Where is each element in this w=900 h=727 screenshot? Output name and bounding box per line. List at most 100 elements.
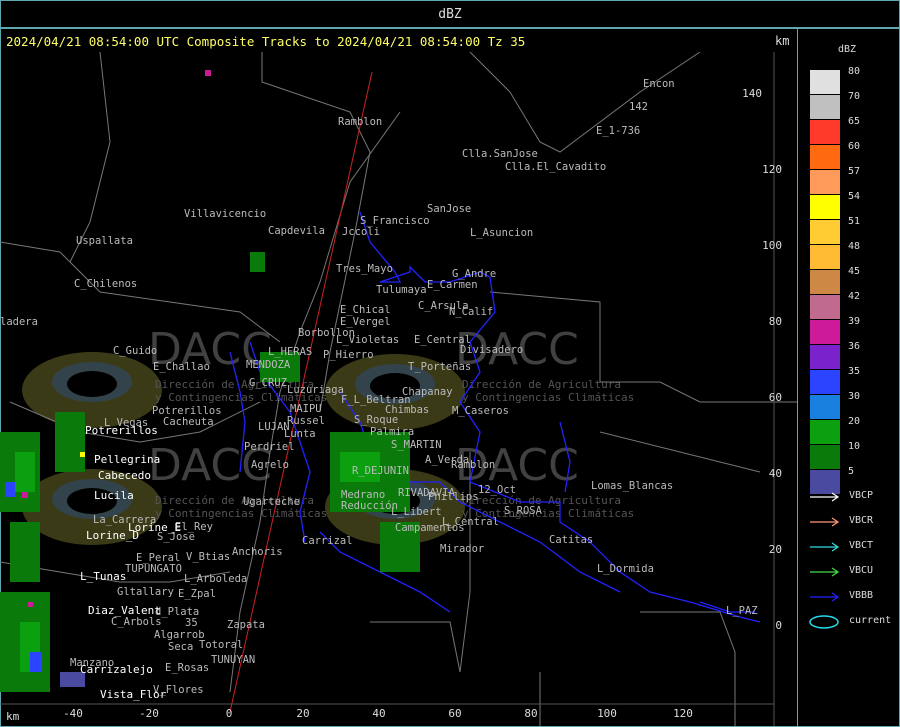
- window-title: dBZ: [438, 7, 462, 22]
- legend-swatch: [810, 145, 840, 169]
- place-label: TUNUYAN: [211, 654, 255, 666]
- legend-swatch: [810, 395, 840, 419]
- legend-swatch: [810, 420, 840, 444]
- place-label: L_Dormida: [597, 563, 654, 575]
- place-label: E_1-736: [596, 125, 640, 137]
- legend-track-label: VBCP: [849, 490, 874, 501]
- place-label: Luzuriaga: [287, 384, 344, 396]
- place-label: Villavicencio: [184, 208, 266, 220]
- legend-title: dBZ: [838, 44, 857, 55]
- place-label: Totoral: [199, 639, 243, 651]
- place-label: Gltallary: [117, 586, 174, 598]
- y-tick-label: 80: [769, 315, 782, 328]
- legend-level-label: 20: [848, 416, 861, 427]
- x-axis: km -40 -20 0 20 40 60 80 100 120: [0, 703, 774, 723]
- y-tick-label: 0: [775, 619, 782, 632]
- place-label: Mirador: [440, 543, 484, 555]
- legend-swatch: [810, 245, 840, 269]
- place-label: Reducción: [341, 500, 398, 512]
- place-label: Campamentos: [395, 522, 465, 534]
- legend-swatch: [810, 120, 840, 144]
- place-label: L_Violetas: [336, 334, 399, 346]
- track-arrow-icon: [810, 542, 840, 552]
- legend-level-label: 65: [848, 116, 861, 127]
- place-label: N_Calif: [449, 306, 493, 318]
- track-arrow-icon: [810, 492, 840, 502]
- place-label: L_PAZ: [726, 605, 758, 617]
- place-label: MAIPU: [290, 403, 322, 415]
- place-label: Russel: [287, 415, 325, 427]
- legend-level-label: 57: [848, 166, 861, 177]
- legend-swatch: [810, 445, 840, 469]
- radar-map[interactable]: DACC DACC DACC DACC Dirección de Agricul…: [0, 52, 797, 726]
- x-tick-label: 40: [372, 707, 385, 720]
- legend-level-label: 48: [848, 241, 861, 252]
- y-axis-unit: km: [775, 34, 790, 48]
- place-label: 12_Oct: [478, 484, 516, 496]
- station-label: Lorine_D: [86, 529, 139, 542]
- place-label: C_Arbols: [111, 616, 162, 628]
- place-label: Encon: [643, 78, 675, 90]
- y-tick-label: 100: [762, 239, 782, 252]
- place-label: Tres_Mayo: [336, 263, 393, 275]
- x-tick-label: 20: [296, 707, 309, 720]
- track-arrow-icon: [810, 567, 840, 577]
- place-label: Divisadero: [460, 344, 523, 356]
- place-label: L_Arboleda: [184, 573, 247, 585]
- place-label: E_Challao: [153, 361, 210, 373]
- place-label: P_Hierro: [323, 349, 374, 361]
- place-label: M_Caseros: [452, 405, 509, 417]
- place-label: Lunta: [284, 428, 316, 440]
- place-label: S_ROSA: [504, 505, 543, 517]
- place-label: E_Rosas: [165, 662, 209, 674]
- legend-swatch: [810, 70, 840, 94]
- place-label: Uspallata: [76, 235, 133, 247]
- place-label: E_Carmen: [427, 279, 478, 291]
- legend-level-label: 10: [848, 441, 861, 452]
- legend-level-label: 39: [848, 316, 861, 327]
- legend-swatch: [810, 95, 840, 119]
- station-label: Vista_Flor: [100, 688, 167, 701]
- legend-level-label: 54: [848, 191, 861, 202]
- legend-swatch: [810, 295, 840, 319]
- map-subtitle: 2024/04/21 08:54:00 UTC Composite Tracks…: [6, 34, 526, 49]
- legend-level-label: 5: [848, 466, 855, 477]
- place-label: Cacheuta: [163, 416, 214, 428]
- station-label: Carrizalejo: [80, 663, 153, 676]
- place-label: T_Porteñas: [408, 361, 471, 373]
- y-tick-label: 140: [742, 87, 762, 100]
- legend-level-label: 30: [848, 391, 861, 402]
- x-tick-label: 0: [226, 707, 233, 720]
- legend-track-label: VBBB: [849, 590, 874, 601]
- x-tick-label: 120: [673, 707, 693, 720]
- legend-track-label: VBCR: [849, 515, 874, 526]
- legend-swatch: [810, 195, 840, 219]
- place-label: Jccoli: [342, 226, 380, 238]
- place-label: Ramblon: [451, 459, 495, 471]
- place-label: Ugarteche: [243, 496, 300, 508]
- station-label: Pellegrina: [94, 453, 160, 466]
- place-label: Carrizal: [302, 535, 353, 547]
- place-label: Anchoris: [232, 546, 283, 558]
- place-label: Ramblon: [338, 116, 382, 128]
- place-label: SanJose: [427, 203, 471, 215]
- place-label: C_Chilenos: [74, 278, 137, 290]
- legend-level-label: 60: [848, 141, 861, 152]
- x-axis-unit: km: [6, 710, 20, 723]
- station-label: Diaz_Valent: [88, 604, 161, 617]
- legend-level-label: 70: [848, 91, 861, 102]
- station-label: Potrerillos: [85, 424, 158, 437]
- place-label: L_Libert: [391, 506, 442, 518]
- place-label: S_Roque: [354, 414, 398, 426]
- x-tick-label: 80: [524, 707, 537, 720]
- place-label: Agrelo: [251, 459, 289, 471]
- track-arrow-icon: [810, 517, 840, 527]
- y-axis: 140 120 100 80 60 40 20 0: [742, 52, 782, 726]
- place-label: G_CRUZ: [249, 377, 287, 389]
- station-label: Lucila: [94, 489, 134, 502]
- window-title-bar: dBZ: [0, 0, 900, 28]
- legend-swatch: [810, 270, 840, 294]
- current-track-icon: [809, 615, 839, 629]
- x-tick-label: -20: [139, 707, 159, 720]
- station-label: L_Tunas: [80, 570, 126, 583]
